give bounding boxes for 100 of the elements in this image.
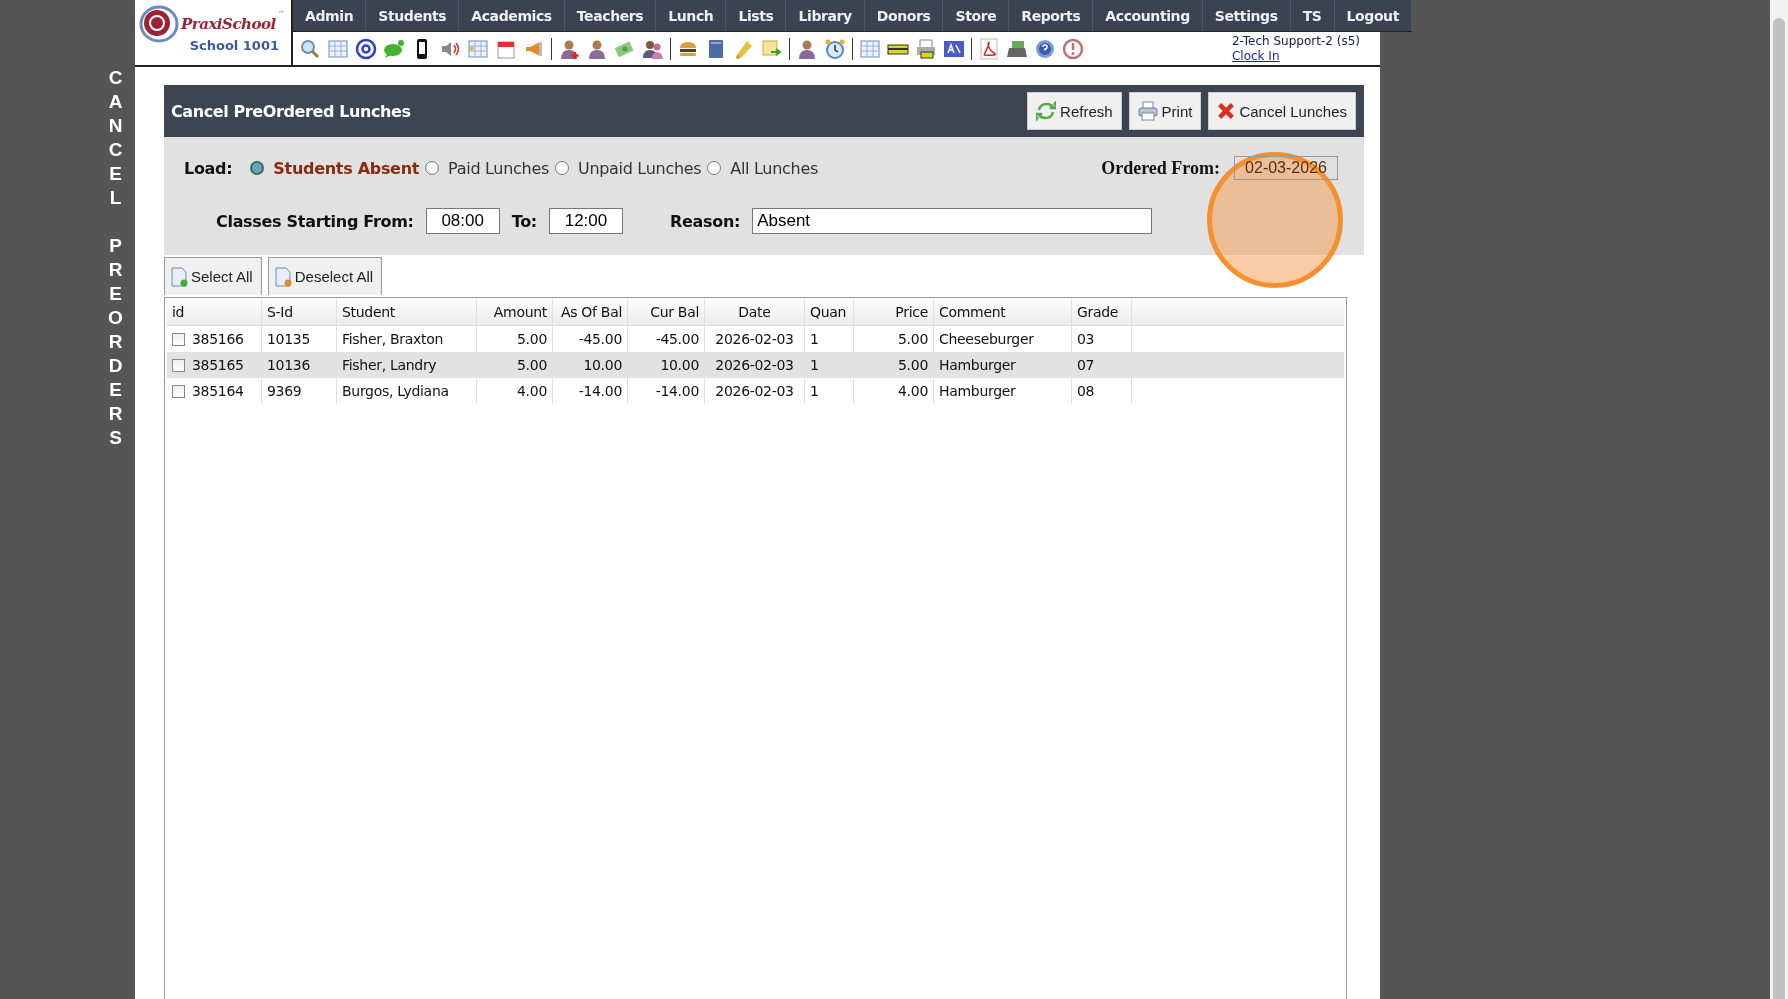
printer-icon xyxy=(1137,101,1158,121)
search-icon[interactable] xyxy=(299,37,321,60)
column-header[interactable]: S-Id xyxy=(262,299,337,325)
classes-to-time-field[interactable]: 12:00 xyxy=(548,208,623,234)
table-cell: 03 xyxy=(1077,331,1095,347)
table-cell: 385164 xyxy=(192,383,244,399)
table-cell: 385165 xyxy=(192,357,244,373)
row-checkbox[interactable] xyxy=(172,332,185,346)
document-icon xyxy=(273,266,292,287)
table-cell: 08 xyxy=(1077,383,1095,399)
table-cell: 5.00 xyxy=(517,357,547,373)
nav-menu-item[interactable]: Accounting xyxy=(1093,0,1203,31)
table-cell: -14.00 xyxy=(578,383,622,399)
nav-menu-item[interactable]: Lunch xyxy=(656,0,727,31)
table-cell: -14.00 xyxy=(655,383,699,399)
table-row[interactable]: 385164 9369 Burgos, Lydiana 4.00 -14.00 -14.00 2026-02-03 1 4.00 Hamburger 08 xyxy=(167,378,1344,404)
load-label: Load: xyxy=(184,158,233,178)
table-cell: 10136 xyxy=(267,357,311,373)
nav-menu-item[interactable]: Reports xyxy=(1009,0,1094,31)
pdf-icon[interactable] xyxy=(978,37,1000,60)
table-cell: 07 xyxy=(1077,357,1095,373)
table-cell: 9369 xyxy=(267,383,302,399)
user-name: 2-Tech Support-2 (s5) xyxy=(1231,33,1360,49)
reason-label: Reason: xyxy=(669,211,741,231)
print-button[interactable]: Print xyxy=(1128,92,1202,130)
load-option[interactable]: Unpaid Lunches xyxy=(554,158,702,178)
at-sign-icon[interactable] xyxy=(355,37,377,60)
table-cell: 10.00 xyxy=(660,357,699,373)
table-cell: 1 xyxy=(810,357,819,373)
table-cell: -45.00 xyxy=(655,331,699,347)
scrollbar[interactable] xyxy=(1770,0,1788,999)
table-cell: Fisher, Landry xyxy=(342,357,437,373)
table-cell: Hamburger xyxy=(939,357,1016,373)
nav-menu-item[interactable]: Academics xyxy=(459,0,565,31)
table-cell: Hamburger xyxy=(939,383,1016,399)
column-header[interactable]: Grade xyxy=(1072,299,1132,325)
logo-icon xyxy=(139,4,179,44)
nav-menu-item[interactable]: Lists xyxy=(726,0,787,31)
table-cell: 10135 xyxy=(267,331,311,347)
chat-bubble-icon[interactable] xyxy=(383,37,405,60)
table-cell: 1 xyxy=(810,331,819,347)
school-name: School 1001 xyxy=(189,38,279,53)
table-cell: -45.00 xyxy=(578,331,622,347)
row-checkbox[interactable] xyxy=(172,384,185,398)
reason-field[interactable]: Absent xyxy=(752,208,1153,234)
table-cell: Burgos, Lydiana xyxy=(342,383,449,399)
document-icon xyxy=(170,266,188,287)
nav-menu-item[interactable]: Library xyxy=(786,0,865,31)
table-cell: 385166 xyxy=(192,331,244,347)
nav-menu-item[interactable]: Settings xyxy=(1202,0,1291,31)
table-cell: 5.00 xyxy=(898,357,928,373)
deselect-all-button[interactable]: Deselect All xyxy=(267,257,383,295)
classes-to-label: To: xyxy=(511,211,537,231)
classes-from-time-field[interactable]: 08:00 xyxy=(425,208,500,234)
table-cell: 4.00 xyxy=(517,383,547,399)
scrollbar-thumb[interactable] xyxy=(1773,18,1785,999)
nav-menu-item[interactable]: Teachers xyxy=(564,0,657,31)
table-cell: 2026-02-03 xyxy=(715,357,794,373)
warning-circle-icon[interactable] xyxy=(1062,37,1084,60)
row-checkbox[interactable] xyxy=(172,358,185,372)
column-header[interactable]: Comment xyxy=(934,299,1072,325)
table-row[interactable]: 385165 10136 Fisher, Landry 5.00 10.00 10.00 2026-02-03 1 5.00 Hamburger 07 xyxy=(167,352,1344,378)
table-cell: 2026-02-03 xyxy=(715,383,794,399)
help-icon[interactable] xyxy=(1034,37,1056,60)
table-cell: 2026-02-03 xyxy=(715,331,794,347)
nav-menu-item[interactable]: Admin xyxy=(293,0,367,31)
classes-from-label: Classes Starting From: xyxy=(216,211,414,231)
column-header[interactable]: id xyxy=(167,299,262,325)
table-cell: 4.00 xyxy=(898,383,928,399)
column-header[interactable]: Date xyxy=(705,299,805,325)
refresh-button[interactable]: Refresh xyxy=(1027,92,1122,130)
column-header[interactable]: Price xyxy=(854,299,934,325)
load-option[interactable]: Students Absent xyxy=(250,158,420,178)
column-header[interactable]: Quan xyxy=(805,299,854,325)
table-cell: 1 xyxy=(810,383,819,399)
table-cell: 5.00 xyxy=(898,331,928,347)
cancel-lunches-button[interactable]: Cancel Lunches xyxy=(1208,92,1356,130)
nav-menu-item[interactable]: TS xyxy=(1290,0,1335,31)
nav-menu-item[interactable]: Donors xyxy=(864,0,944,31)
nav-menu-item[interactable]: Students xyxy=(366,0,460,31)
clock-in-link[interactable]: Clock In xyxy=(1231,48,1280,64)
printer-icon[interactable] xyxy=(915,37,937,60)
alarm-clock-icon[interactable] xyxy=(824,37,846,60)
table-cell: 10.00 xyxy=(583,357,622,373)
table-cell: Cheeseburger xyxy=(939,331,1034,347)
column-header[interactable]: Student xyxy=(337,299,477,325)
column-header[interactable]: Amount xyxy=(477,299,553,325)
table-cell: 5.00 xyxy=(517,331,547,347)
vertical-page-title: CANCEL PREORDERS xyxy=(107,66,124,450)
select-all-button[interactable]: Select All xyxy=(164,257,262,295)
cancel-x-icon xyxy=(1217,102,1236,120)
nav-menu-item[interactable]: Store xyxy=(943,0,1010,31)
load-option[interactable]: Paid Lunches xyxy=(425,158,549,178)
column-header[interactable]: As Of Bal xyxy=(553,299,628,325)
column-header[interactable]: Cur Bal xyxy=(628,299,705,325)
brand-name: PraxiSchool xyxy=(181,15,276,33)
ordered-from-label: Ordered From: xyxy=(1101,157,1220,179)
nav-menu-item[interactable]: Logout xyxy=(1334,0,1412,31)
load-option[interactable]: All Lunches xyxy=(707,158,818,178)
refresh-icon xyxy=(1036,101,1057,121)
